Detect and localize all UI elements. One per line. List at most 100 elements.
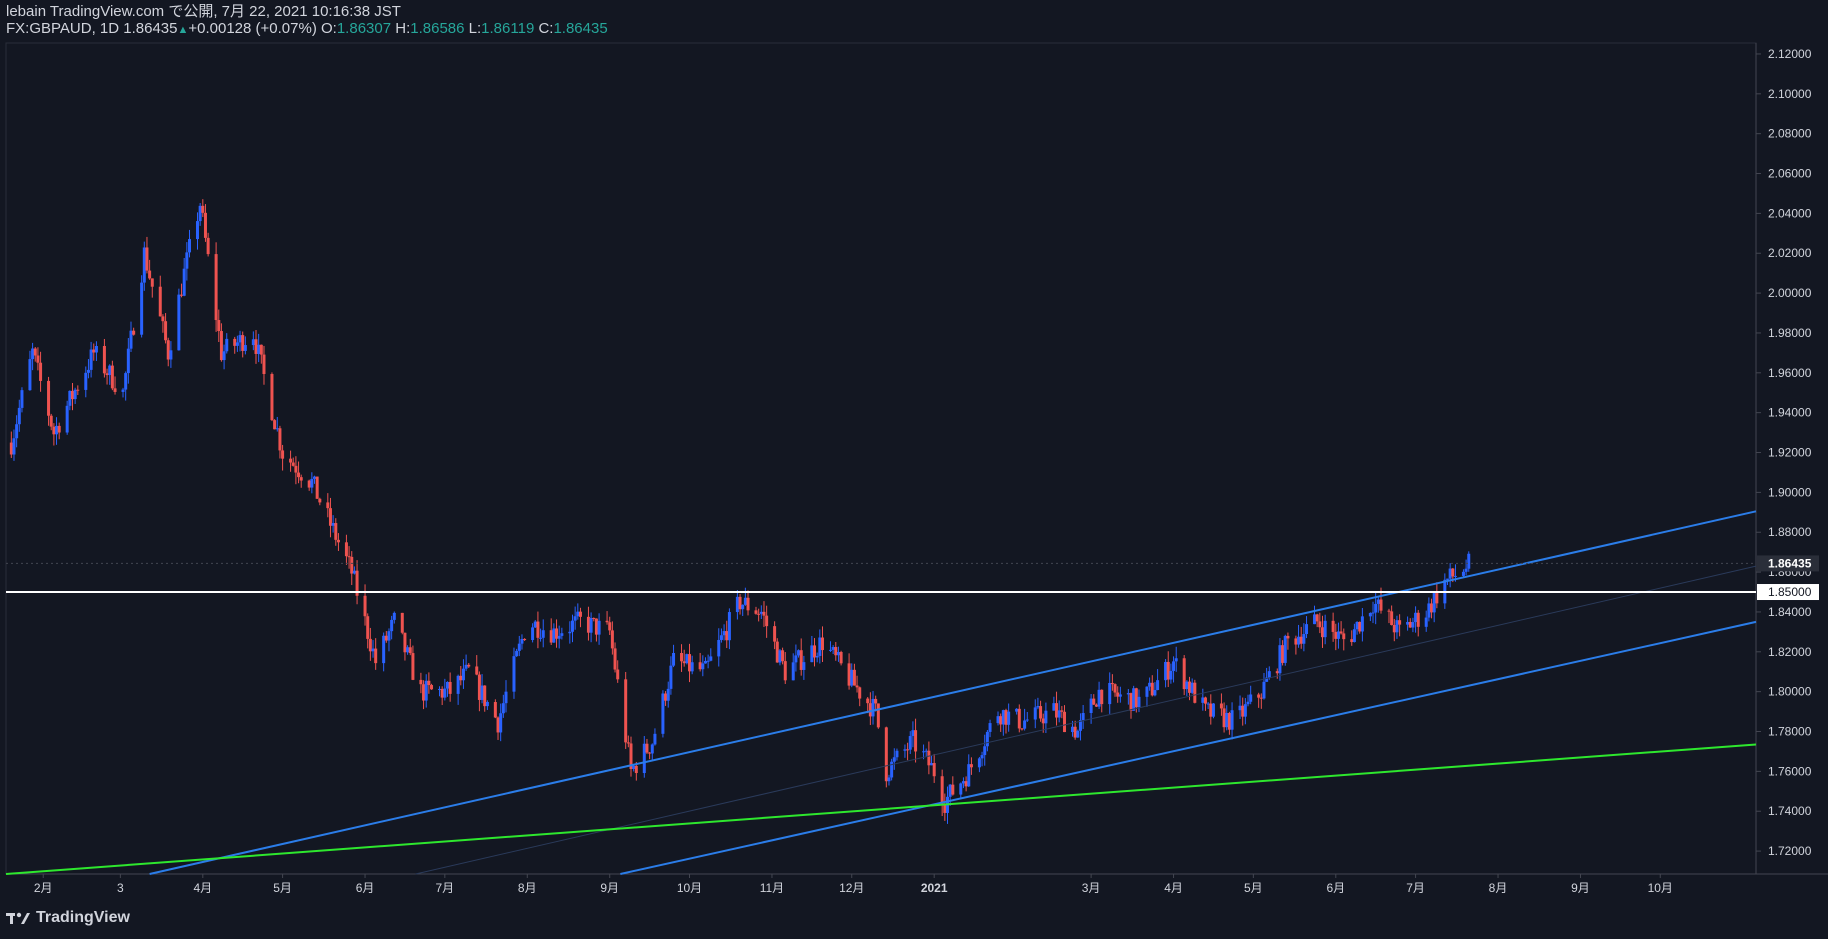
- candle-body: [1411, 622, 1415, 628]
- candle-body: [68, 390, 72, 406]
- candle-body: [757, 613, 761, 615]
- candle-body: [573, 616, 577, 621]
- candle-body: [613, 648, 617, 670]
- candle-body: [1358, 621, 1362, 632]
- candle-body: [84, 372, 88, 390]
- candle-body: [1227, 712, 1231, 730]
- x-tick-label: 3月: [1082, 881, 1101, 895]
- candle-body: [9, 442, 13, 455]
- candle-body: [28, 359, 32, 391]
- candle-body: [1297, 636, 1301, 645]
- x-tick-label: 7月: [435, 881, 454, 895]
- candle-body: [1435, 593, 1439, 604]
- candle-body: [270, 374, 274, 421]
- candle-body: [12, 438, 16, 455]
- x-tick-label: 10月: [677, 881, 702, 895]
- support-line[interactable]: [5, 743, 1757, 875]
- candle-body: [924, 750, 928, 752]
- y-tick-label: 2.02000: [1768, 246, 1812, 260]
- candle-body: [666, 688, 670, 701]
- candle-body: [254, 339, 258, 354]
- x-tick-label: 3: [117, 881, 124, 895]
- candle-body: [1448, 568, 1452, 579]
- candle-body: [1355, 621, 1359, 630]
- candle-body: [467, 664, 471, 667]
- candle-body: [108, 365, 112, 376]
- candle-body: [278, 428, 282, 451]
- candle-body: [719, 635, 723, 640]
- candle-body: [951, 784, 955, 795]
- candle-body: [943, 804, 947, 813]
- x-tick-label: 6月: [1326, 881, 1345, 895]
- candle-body: [1023, 720, 1027, 729]
- candle-body: [1097, 689, 1101, 707]
- y-tick-label: 2.10000: [1768, 87, 1812, 101]
- candle-body: [158, 286, 162, 317]
- candle-body: [105, 373, 109, 376]
- tv-logo-icon: [6, 912, 30, 924]
- candle-body: [499, 713, 503, 733]
- candle-body: [39, 362, 43, 381]
- candle-body: [828, 649, 832, 651]
- y-tick-label: 1.94000: [1768, 406, 1812, 420]
- candle-body: [1063, 711, 1067, 733]
- candle-body: [738, 596, 742, 610]
- candle-body: [557, 635, 561, 639]
- candle-body: [1134, 688, 1138, 708]
- candle-body: [722, 631, 726, 636]
- candle-body: [967, 764, 971, 787]
- price-chart[interactable]: 2.12000 2.10000 2.08000 2.06000 2.04000 2.020…: [0, 0, 1828, 939]
- candle-body: [685, 654, 689, 664]
- candle-body: [1100, 689, 1104, 705]
- channel-lower-line[interactable]: [620, 620, 1757, 875]
- candle-body: [350, 556, 354, 574]
- candle-body: [483, 685, 487, 707]
- candle-body: [443, 688, 447, 698]
- candle-body: [791, 662, 795, 681]
- candle-body: [1206, 703, 1210, 705]
- candle-body: [110, 365, 114, 389]
- candle-body: [1070, 726, 1074, 733]
- candle-body: [1398, 620, 1402, 625]
- candle-body: [555, 628, 559, 639]
- channel-upper-line[interactable]: [149, 510, 1757, 875]
- candle-body: [464, 664, 468, 669]
- candle-body: [961, 781, 965, 784]
- candle-body: [201, 205, 205, 213]
- candle-body: [1225, 712, 1229, 728]
- candle-body: [477, 674, 481, 700]
- candle-body: [1445, 578, 1449, 580]
- candle-body: [839, 651, 843, 664]
- candle-body: [1036, 706, 1040, 708]
- candle-body: [1033, 707, 1037, 720]
- candle-body: [363, 595, 367, 617]
- candle-body: [999, 716, 1003, 725]
- candle-body: [650, 744, 654, 754]
- candle-body: [347, 556, 351, 558]
- candle-body: [259, 344, 263, 355]
- candle-body: [874, 698, 878, 704]
- candle-body: [536, 621, 540, 638]
- candle-body: [1219, 703, 1223, 709]
- candle-body: [15, 424, 19, 439]
- x-tick-label: 8月: [1489, 881, 1508, 895]
- candle-body: [616, 669, 620, 680]
- candle-body: [1424, 617, 1428, 627]
- candle-body: [1379, 599, 1383, 611]
- brand-name: TradingView: [36, 909, 130, 926]
- candle-body: [1313, 614, 1317, 625]
- candle-body: [273, 420, 277, 430]
- candle-body: [706, 660, 710, 662]
- candle-body: [294, 465, 298, 473]
- candle-body: [1453, 575, 1457, 577]
- candle-body: [440, 688, 444, 698]
- candle-body: [549, 630, 553, 643]
- y-tick-label: 1.98000: [1768, 326, 1812, 340]
- candle-body: [291, 462, 295, 466]
- candle-body: [371, 648, 375, 652]
- candle-body: [387, 631, 391, 641]
- y-tick-label: 1.88000: [1768, 525, 1812, 539]
- candle-body: [727, 612, 731, 641]
- candle-body: [334, 523, 338, 540]
- plot-border: [5, 42, 1757, 875]
